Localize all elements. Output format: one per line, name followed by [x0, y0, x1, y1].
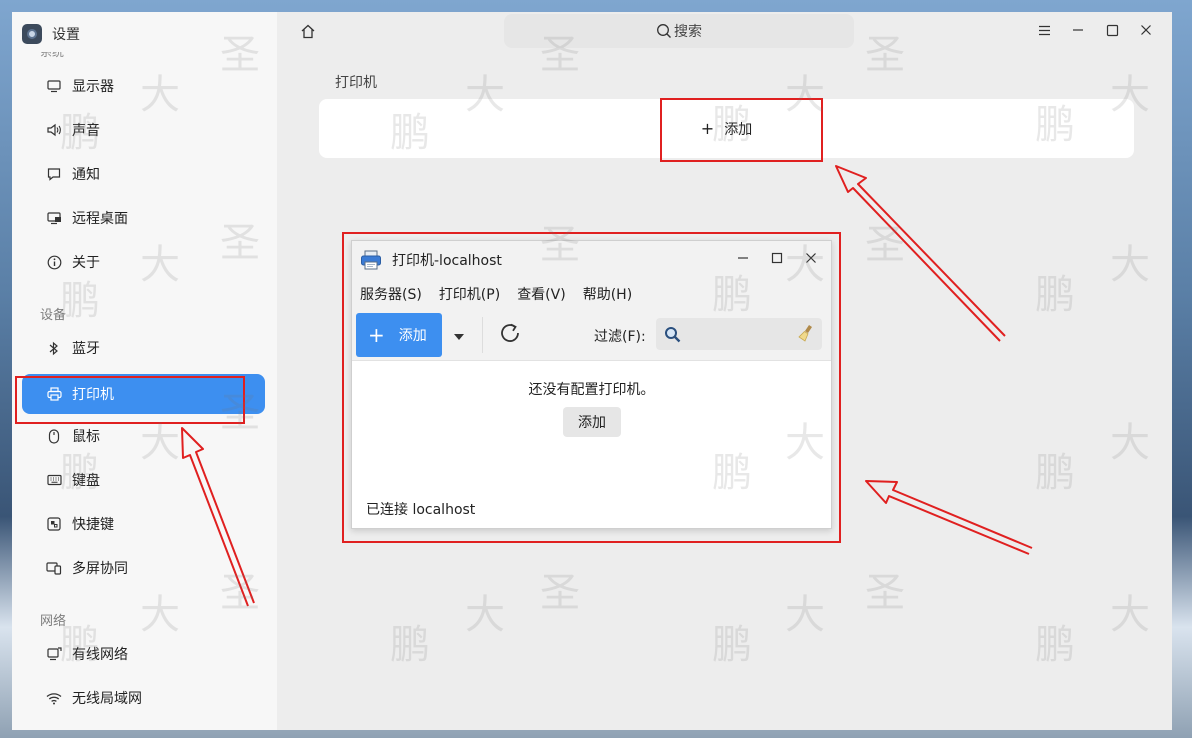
chat-bubble-icon — [46, 166, 62, 182]
sidebar-item-about[interactable]: 关于 — [22, 240, 265, 284]
sidebar-item-label: 键盘 — [72, 473, 100, 489]
sidebar-group-devices: 设备 — [40, 308, 67, 323]
sidebar-item-wired[interactable]: 有线网络 — [22, 632, 265, 676]
annotation-box-add — [660, 98, 823, 162]
sidebar-item-label: 声音 — [72, 123, 100, 139]
sidebar-item-label: 通知 — [72, 167, 100, 183]
maximize-icon — [1106, 24, 1119, 41]
sidebar-item-label: 蓝牙 — [72, 341, 100, 357]
sidebar-item-sound[interactable]: 声音 — [22, 108, 265, 152]
app-title: 设置 — [52, 27, 80, 43]
sidebar-item-label: 鼠标 — [72, 429, 100, 445]
settings-app-icon — [22, 24, 42, 44]
section-title: 打印机 — [335, 75, 377, 91]
sidebar-item-shortcuts[interactable]: 快捷键 — [22, 502, 265, 546]
mouse-icon — [46, 428, 62, 444]
sidebar: 设置 系统 显示器 声音 通知 远程桌面 关于 设备 蓝牙 打印机 鼠标 键盘 … — [12, 12, 277, 730]
sidebar-item-label: 关于 — [72, 255, 100, 271]
annotation-box-dialog — [342, 232, 841, 543]
keyboard-icon — [46, 472, 62, 488]
monitor-icon — [46, 78, 62, 94]
close-icon — [1140, 24, 1152, 40]
ethernet-icon — [46, 646, 62, 662]
minimize-button[interactable] — [1066, 20, 1090, 44]
remote-desktop-icon — [46, 210, 62, 226]
close-button[interactable] — [1134, 20, 1158, 44]
speaker-icon — [46, 122, 62, 138]
window-controls — [1032, 20, 1158, 44]
sidebar-item-notification[interactable]: 通知 — [22, 152, 265, 196]
annotation-box-printer — [15, 376, 245, 424]
multiscreen-icon — [46, 560, 62, 576]
search-icon — [656, 23, 672, 39]
sidebar-group-network: 网络 — [40, 614, 67, 629]
bluetooth-icon — [46, 340, 62, 356]
sidebar-item-label: 快捷键 — [72, 517, 114, 533]
sidebar-item-display[interactable]: 显示器 — [22, 64, 265, 108]
search-box[interactable]: 搜索 — [504, 14, 854, 48]
sidebar-item-label: 有线网络 — [72, 647, 128, 663]
shortcut-icon — [46, 516, 62, 532]
sidebar-item-label: 多屏协同 — [72, 561, 128, 577]
wifi-icon — [46, 690, 62, 706]
hamburger-icon — [1038, 24, 1051, 40]
sidebar-item-keyboard[interactable]: 键盘 — [22, 458, 265, 502]
sidebar-item-label: 远程桌面 — [72, 211, 128, 227]
search-placeholder: 搜索 — [674, 24, 702, 40]
sidebar-group-system: 系统 — [40, 52, 65, 59]
home-button[interactable] — [297, 22, 319, 44]
menu-button[interactable] — [1032, 20, 1056, 44]
sidebar-item-multiscreen[interactable]: 多屏协同 — [22, 546, 265, 590]
maximize-button[interactable] — [1100, 20, 1124, 44]
sidebar-item-label: 显示器 — [72, 79, 114, 95]
sidebar-item-label: 无线局域网 — [72, 691, 142, 707]
app-header: 设置 — [22, 22, 80, 46]
sidebar-item-remote-desktop[interactable]: 远程桌面 — [22, 196, 265, 240]
info-icon — [46, 254, 62, 270]
minimize-icon — [1072, 24, 1084, 40]
home-icon — [300, 24, 316, 43]
sidebar-item-bluetooth[interactable]: 蓝牙 — [22, 326, 265, 370]
sidebar-item-wifi[interactable]: 无线局域网 — [22, 676, 265, 720]
